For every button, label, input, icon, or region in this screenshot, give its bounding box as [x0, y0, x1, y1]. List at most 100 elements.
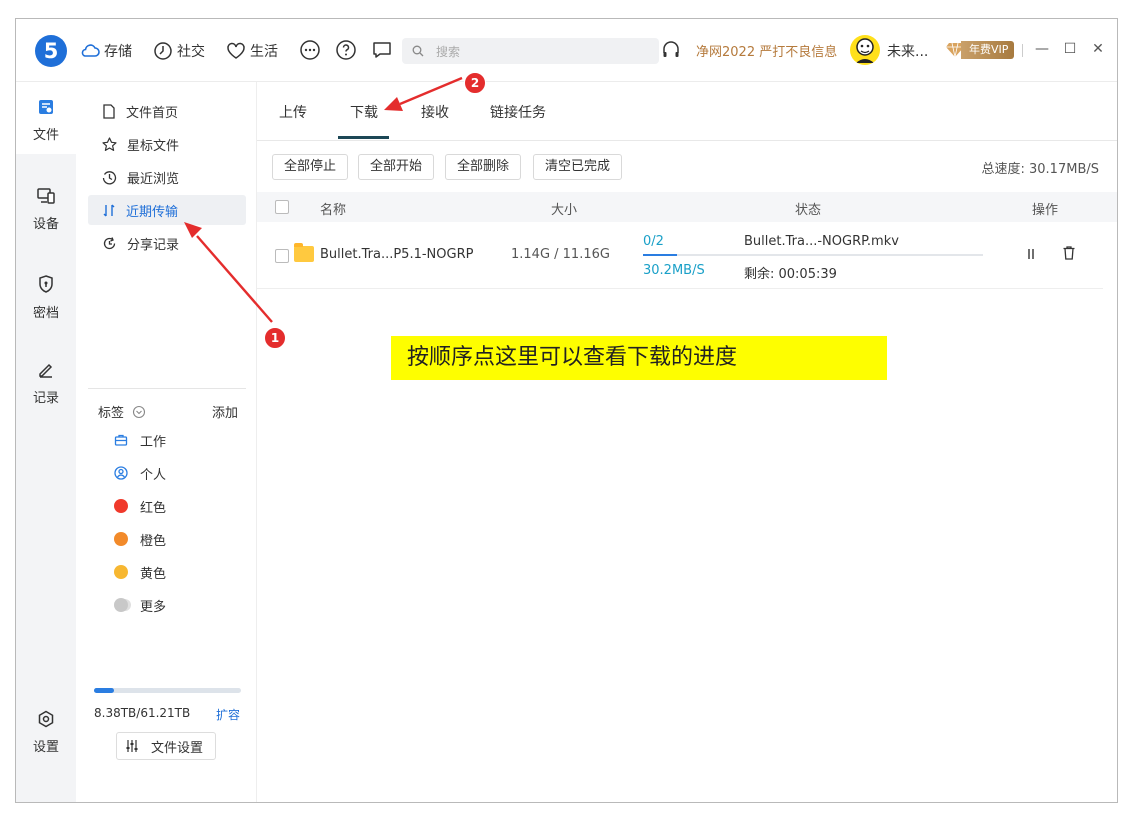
- yellow-dot-icon: [114, 565, 128, 579]
- sidebar: 文件首页 星标文件 最近浏览 近期传输 分享记录 标签 添加 工作 个人 红色 …: [76, 82, 257, 802]
- row-file-count: 0/2: [643, 234, 664, 249]
- avatar[interactable]: [850, 35, 880, 65]
- transfer-icon: [103, 204, 115, 216]
- vip-label: 年费VIP: [961, 41, 1015, 59]
- file-settings-label: 文件设置: [151, 740, 204, 756]
- rail-files-label: 文件: [32, 128, 59, 143]
- rail-item-files[interactable]: 文件: [16, 82, 76, 154]
- tab-receive[interactable]: 接收: [421, 102, 449, 122]
- col-status: 状态: [795, 203, 822, 218]
- tags-header: 标签 添加: [98, 402, 238, 421]
- maximize-icon[interactable]: ☐: [1061, 41, 1079, 57]
- tab-upload[interactable]: 上传: [279, 102, 307, 122]
- username[interactable]: 未来...: [887, 41, 928, 61]
- trash-icon[interactable]: [1062, 245, 1076, 261]
- nav-storage[interactable]: 存储: [80, 39, 132, 63]
- step-marker-1: 1: [264, 327, 286, 349]
- col-actions: 操作: [1032, 203, 1059, 218]
- user-icon: [114, 466, 128, 480]
- tag-yellow[interactable]: 黄色: [114, 561, 166, 583]
- message-icon[interactable]: [371, 39, 393, 61]
- rail-settings-label: 设置: [32, 740, 59, 755]
- start-all-button[interactable]: 全部开始: [358, 154, 435, 180]
- row-checkbox[interactable]: [275, 249, 289, 263]
- clear-completed-button[interactable]: 清空已完成: [533, 154, 623, 180]
- red-dot-icon: [114, 499, 128, 513]
- row-progress-bar: [643, 254, 983, 256]
- tab-download[interactable]: 下载: [350, 102, 378, 122]
- tag-work[interactable]: 工作: [114, 429, 166, 451]
- nav-life[interactable]: 生活: [226, 39, 278, 63]
- expand-storage-link[interactable]: 扩容: [216, 706, 240, 723]
- tag-label: 个人: [140, 467, 167, 483]
- col-name: 名称: [320, 203, 347, 218]
- document-icon: [103, 103, 115, 119]
- pen-icon: [39, 363, 53, 378]
- nav-social-label: 社交: [177, 44, 205, 60]
- storage-bar: [94, 688, 241, 693]
- rail-item-settings[interactable]: 设置: [16, 710, 76, 755]
- cloud-icon: [81, 44, 100, 57]
- share-history-icon: [103, 236, 116, 249]
- app-logo[interactable]: 5: [35, 35, 67, 67]
- sidebar-divider: [88, 388, 246, 389]
- avatar-face-icon: [856, 38, 874, 63]
- main-panel: 上传 下载 接收 链接任务 全部停止 全部开始 全部删除 清空已完成 总速度: …: [257, 82, 1117, 802]
- sidebar-label-shares: 分享记录: [127, 237, 180, 253]
- tag-label: 工作: [140, 434, 167, 450]
- row-name: Bullet.Tra...P5.1-NOGRP: [320, 247, 474, 262]
- rail-item-notes[interactable]: 记录: [16, 361, 76, 406]
- nav-social[interactable]: 社交: [153, 39, 205, 63]
- sidebar-item-recent[interactable]: 最近浏览: [88, 162, 246, 192]
- total-speed: 总速度: 30.17MB/S: [981, 162, 1100, 177]
- rail-devices-label: 设备: [32, 217, 59, 232]
- clock-icon: [154, 42, 172, 60]
- stop-all-button[interactable]: 全部停止: [272, 154, 349, 180]
- tag-more[interactable]: 更多: [114, 594, 166, 616]
- select-all-checkbox[interactable]: [275, 200, 289, 214]
- headset-icon[interactable]: [662, 40, 680, 60]
- rail-item-devices[interactable]: 设备: [16, 187, 76, 232]
- star-icon: [102, 136, 117, 151]
- delete-all-button[interactable]: 全部删除: [445, 154, 522, 180]
- sidebar-item-shares[interactable]: 分享记录: [88, 228, 246, 258]
- top-bar: 5 存储 社交 生活 搜索 净网2022 严打不良信息 未来... 年费VIP: [16, 19, 1117, 82]
- search-input[interactable]: 搜索: [402, 38, 659, 64]
- more-icon[interactable]: [299, 39, 321, 61]
- rail-notes-label: 记录: [32, 391, 59, 406]
- search-icon: [412, 45, 424, 57]
- tag-red[interactable]: 红色: [114, 495, 166, 517]
- sidebar-item-transfers[interactable]: 近期传输: [88, 195, 246, 225]
- annotation-note: 按顺序点这里可以查看下载的进度: [391, 336, 887, 380]
- table-row[interactable]: Bullet.Tra...P5.1-NOGRP 1.14G / 11.16G 0…: [257, 223, 1103, 289]
- more-dots-icon: [114, 598, 128, 612]
- sidebar-item-starred[interactable]: 星标文件: [88, 129, 246, 159]
- tag-orange[interactable]: 橙色: [114, 528, 166, 550]
- file-settings-button[interactable]: 文件设置: [116, 732, 216, 760]
- sidebar-item-home[interactable]: 文件首页: [88, 96, 246, 126]
- storage-bar-fill: [94, 688, 115, 693]
- pause-icon[interactable]: [1025, 247, 1037, 261]
- tag-label: 红色: [140, 500, 167, 516]
- orange-dot-icon: [114, 532, 128, 546]
- chevron-down-icon[interactable]: [132, 405, 146, 419]
- help-icon[interactable]: [335, 39, 357, 61]
- rail-vault-label: 密档: [32, 306, 59, 321]
- row-rate: 30.2MB/S: [643, 263, 705, 278]
- tags-add-button[interactable]: 添加: [212, 402, 238, 421]
- search-placeholder: 搜索: [436, 44, 461, 59]
- storage-usage: 8.38TB/61.21TB: [94, 706, 191, 720]
- sidebar-label-starred: 星标文件: [127, 138, 180, 154]
- minimize-icon[interactable]: —: [1033, 41, 1051, 57]
- tab-link-tasks[interactable]: 链接任务: [490, 102, 546, 122]
- app-window: 5 存储 社交 生活 搜索 净网2022 严打不良信息 未来... 年费VIP: [15, 18, 1118, 803]
- tag-personal[interactable]: 个人: [114, 462, 166, 484]
- close-icon[interactable]: ✕: [1089, 41, 1107, 57]
- briefcase-icon: [114, 434, 128, 446]
- row-remaining: 剩余: 00:05:39: [744, 267, 837, 282]
- table-header: 名称 大小 状态 操作: [257, 192, 1117, 222]
- promo-text[interactable]: 净网2022 严打不良信息: [696, 41, 837, 60]
- rail-item-vault[interactable]: 密档: [16, 274, 76, 321]
- sidebar-label-home: 文件首页: [126, 105, 179, 121]
- vip-badge[interactable]: 年费VIP: [945, 41, 1015, 59]
